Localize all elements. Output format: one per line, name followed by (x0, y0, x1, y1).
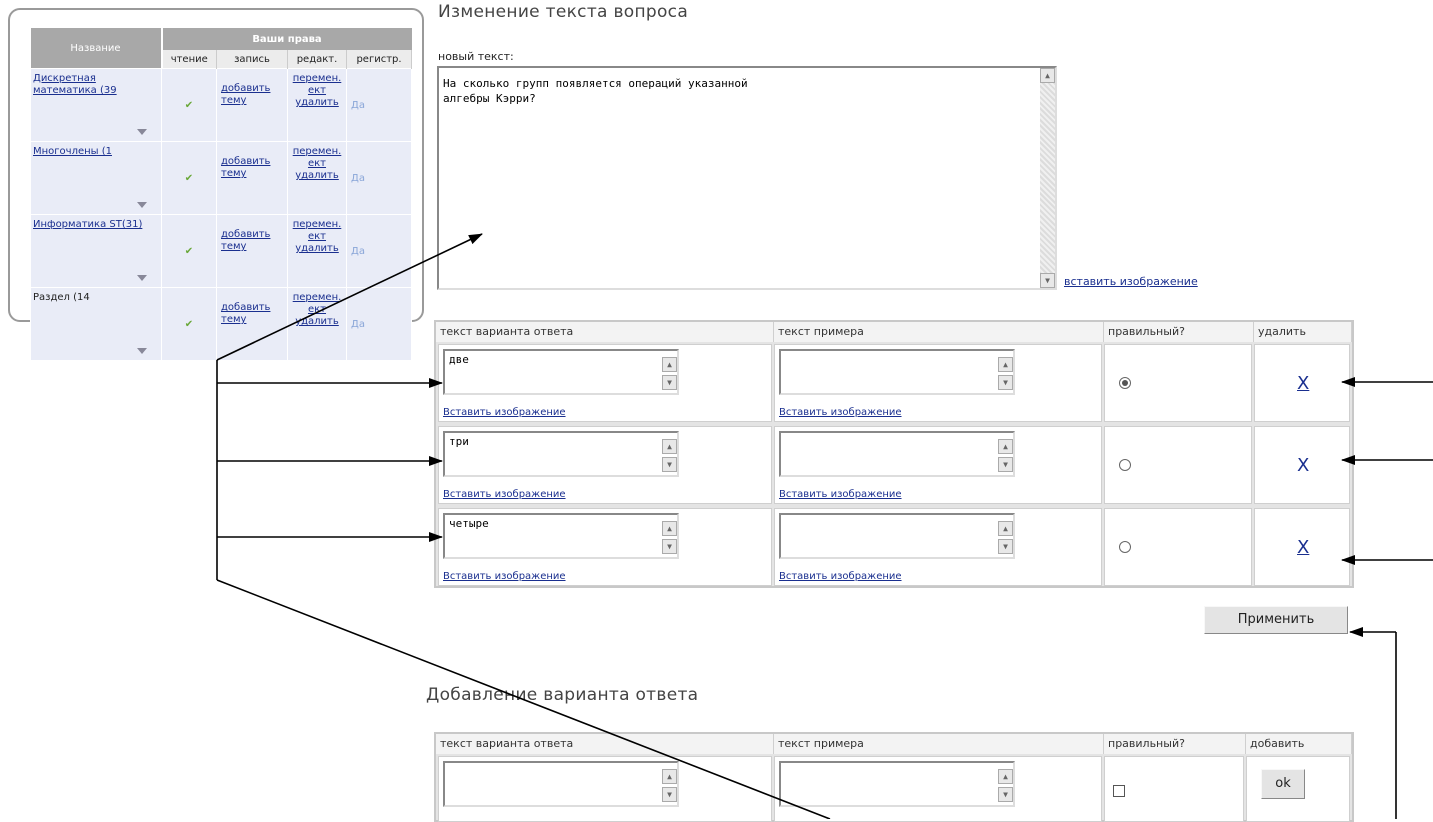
annotation-arrows (216, 233, 1433, 819)
